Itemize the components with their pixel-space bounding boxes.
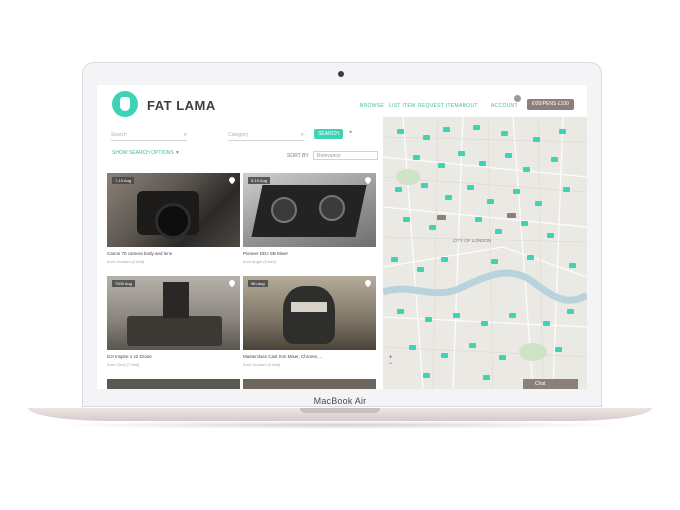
listing-owner: from Angie (5 bed) [243,259,276,264]
listing-photo[interactable]: 9-10 Aug [243,173,376,247]
listing-title[interactable]: Canon 70 camera body and lens [107,251,240,256]
date-tag: 9th Aug [248,280,268,287]
map-panel[interactable]: CITY OF LONDON [383,117,587,389]
search-icon: ⌕ [183,132,187,138]
sort-label: SORT BY [287,153,309,159]
date-tag: 9-10 Aug [248,177,271,184]
search-icon: ⌕ [300,132,304,138]
location-pin-icon [227,175,237,185]
map-city-label: CITY OF LONDON [453,238,491,243]
location-icon[interactable]: ⌖ [349,130,352,137]
listing-card[interactable]: 7000 Aug DJI Inspire 1 v2 Drone from Chr… [107,276,240,367]
show-search-options-link[interactable]: SHOW SEARCH OPTIONS ▼ [112,150,180,156]
listing-photo[interactable]: 9th Aug [243,276,376,350]
fat-lama-logo[interactable] [112,91,138,117]
zoom-out-button[interactable]: − [387,361,394,367]
notification-badge[interactable] [514,95,521,102]
nav-account[interactable]: ACCOUNT [491,103,518,109]
listing-card[interactable]: 9th Aug Masterclass Cast Iron Mixer, Chr… [243,276,376,367]
laptop-shadow [50,421,630,429]
category-select[interactable]: Category ⌕ [228,132,304,141]
listing-title[interactable]: Pioneer DDJ SB Mixer [243,251,376,256]
search-input[interactable]: Search ⌕ [111,132,187,141]
laptop-screen: FAT LAMA BROWSE LIST ITEM REQUEST ITEM A… [97,85,587,389]
map-markers[interactable] [391,125,576,380]
search-button[interactable]: SEARCH [314,129,343,139]
cta-button[interactable]: Ð20/PENS £100 [527,99,574,110]
location-pin-icon [227,278,237,288]
listing-card[interactable]: 7-10 Aug Canon 70 camera body and lens f… [107,173,240,264]
nav-about[interactable]: ABOUT [459,103,478,109]
device-label: MacBook Air [313,396,367,406]
camera-icon [338,71,344,77]
zoom-controls[interactable]: + − [387,355,394,367]
listing-photo[interactable] [107,379,240,389]
listing-title[interactable]: DJI Inspire 1 v2 Drone [107,354,240,359]
date-tag: 7000 Aug [112,280,135,287]
laptop-notch [300,408,380,413]
listing-photo[interactable]: 7000 Aug [107,276,240,350]
date-tag: 7-10 Aug [112,177,135,184]
nav-request-item[interactable]: REQUEST ITEM [418,103,459,109]
listing-photo[interactable] [243,379,376,389]
location-pin-icon [363,175,373,185]
chat-button[interactable]: Chat [523,379,578,389]
listing-owner: from Graham (3 bed) [107,259,145,264]
listing-owner: from Graham (3 bed) [243,362,281,367]
listing-photo[interactable]: 7-10 Aug [107,173,240,247]
listing-card[interactable]: 9-10 Aug Pioneer DDJ SB Mixer from Angie… [243,173,376,264]
nav-browse[interactable]: BROWSE [360,103,384,109]
brand-name[interactable]: FAT LAMA [147,98,216,113]
location-pin-icon [363,278,373,288]
listing-owner: from Chris (7 bed) [107,362,140,367]
sort-select[interactable]: Relevance [313,151,378,160]
nav-list-item[interactable]: LIST ITEM [389,103,416,109]
chat-label: Chat [535,381,546,387]
listing-title[interactable]: Masterclass Cast Iron Mixer, Chrome,... [243,354,376,359]
map-canvas[interactable]: CITY OF LONDON [383,117,587,389]
